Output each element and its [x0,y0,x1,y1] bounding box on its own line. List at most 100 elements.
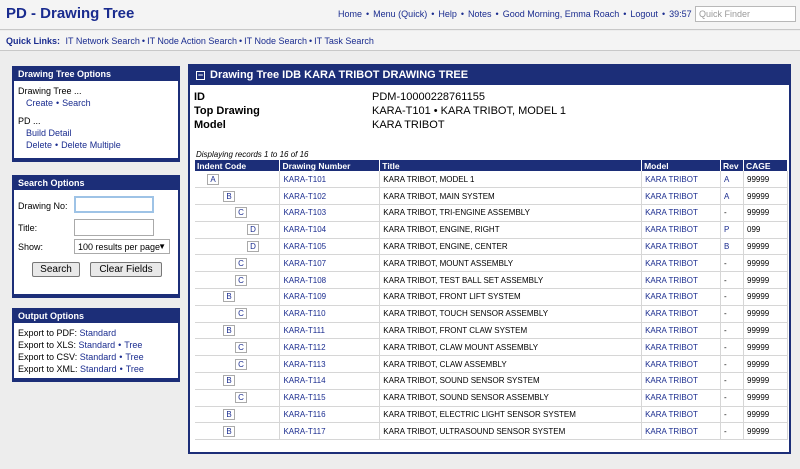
delete-multiple-link[interactable]: Delete Multiple [61,140,121,150]
logout-link[interactable]: Logout [630,9,658,19]
search-link[interactable]: Search [62,98,91,108]
model-link[interactable]: KARA TRIBOT [645,393,698,402]
drawing-number-link[interactable]: KARA-T101 [283,175,326,184]
title-cell: KARA TRIBOT, ELECTRIC LIGHT SENSOR SYSTE… [379,406,643,424]
column-header-title[interactable]: Title [379,160,643,171]
nav-home-link[interactable]: Home [338,9,362,19]
export-xls-tree-link[interactable]: Tree [124,340,142,350]
model-link[interactable]: KARA TRIBOT [645,376,698,385]
title-input[interactable] [74,219,154,236]
drawing-number-link[interactable]: KARA-T109 [283,292,326,301]
column-header-cage[interactable]: CAGE [743,160,788,171]
column-header-indent-code[interactable]: Indent Code [195,160,281,171]
drawing-number-link[interactable]: KARA-T116 [283,410,325,419]
drawing-number-link[interactable]: KARA-T108 [283,276,326,285]
table-row: B KARA-T111 KARA TRIBOT, FRONT CLAW SYSTEM… [195,322,788,340]
model-link[interactable]: KARA TRIBOT [645,208,698,217]
export-csv-standard-link[interactable]: Standard [80,352,117,362]
model-cell: KARA TRIBOT [641,422,722,441]
model-cell: KARA TRIBOT [641,355,722,374]
export-xls-standard-link[interactable]: Standard [79,340,116,350]
model-link[interactable]: KARA TRIBOT [645,192,698,201]
drawing-number-link[interactable]: KARA-T113 [283,360,325,369]
export-csv-tree-link[interactable]: Tree [125,352,143,362]
nav-menu-quick-link[interactable]: Menu (Quick) [373,9,427,19]
quick-finder-input[interactable] [695,6,796,22]
table-row: C KARA-T103 KARA TRIBOT, TRI-ENGINE ASSEMB… [195,204,788,222]
model-link[interactable]: KARA TRIBOT [645,326,698,335]
id-value: PDM-10000228761155 [372,91,485,103]
id-label: ID [194,91,205,103]
nav-notes-link[interactable]: Notes [468,9,492,19]
model-cell: KARA TRIBOT [641,322,722,340]
column-header-drawing-number[interactable]: Drawing Number [279,160,381,171]
drawing-number-link[interactable]: KARA-T104 [283,225,326,234]
model-link[interactable]: KARA TRIBOT [645,309,698,318]
column-header-rev[interactable]: Rev [720,160,744,171]
drawing-number-link[interactable]: KARA-T115 [283,393,325,402]
model-link[interactable]: KARA TRIBOT [645,276,698,285]
title-cell: KARA TRIBOT, TOUCH SENSOR ASSEMBLY [379,305,643,323]
records-count-note: Displaying records 1 to 16 of 16 [196,150,309,159]
model-link[interactable]: KARA TRIBOT [645,225,698,234]
indent-code-badge: C [235,207,247,219]
create-link[interactable]: Create [26,98,53,108]
drawing-number-link[interactable]: KARA-T107 [283,259,326,268]
drawing-number-link[interactable]: KARA-T110 [283,309,325,318]
drawing-no-input[interactable] [74,196,154,213]
title-cell: KARA TRIBOT, ULTRASOUND SENSOR SYSTEM [379,422,643,441]
model-link[interactable]: KARA TRIBOT [645,242,698,251]
export-pdf-standard-link[interactable]: Standard [80,328,117,338]
cage-cell: 99999 [743,305,788,323]
drawing-tree-main-panel: − Drawing Tree IDB KARA TRIBOT DRAWING TR… [188,64,791,454]
drawing-number-cell: KARA-T112 [279,338,381,357]
model-cell: KARA TRIBOT [641,372,722,390]
quick-link-it-network-search[interactable]: IT Network Search [66,36,140,46]
quick-link-it-node-search[interactable]: IT Node Search [244,36,307,46]
delete-link[interactable]: Delete [26,140,52,150]
export-xml-tree-link[interactable]: Tree [126,364,144,374]
model-link[interactable]: KARA TRIBOT [645,427,698,436]
search-button[interactable]: Search [32,262,80,277]
drawing-number-link[interactable]: KARA-T102 [283,192,326,201]
model-link[interactable]: KARA TRIBOT [645,175,698,184]
export-xml-standard-link[interactable]: Standard [80,364,117,374]
drawing-number-link[interactable]: KARA-T103 [283,208,326,217]
indent-code-cell: B [195,372,281,390]
quick-link-separator: • [308,36,313,46]
table-row: B KARA-T117 KARA TRIBOT, ULTRASOUND SENSOR… [195,422,788,441]
model-link[interactable]: KARA TRIBOT [645,343,698,352]
table-row: C KARA-T113 KARA TRIBOT, CLAW ASSEMBLY KARA… [195,355,788,374]
drawing-number-link[interactable]: KARA-T117 [283,427,325,436]
rev-cell: B [720,238,744,256]
main-panel-header: − Drawing Tree IDB KARA TRIBOT DRAWING TR… [190,66,789,85]
model-link[interactable]: KARA TRIBOT [645,259,698,268]
output-options-panel: Output Options Export to PDF: Standard E… [12,308,180,382]
indent-code-cell: B [195,322,281,340]
collapse-icon[interactable]: − [196,71,205,80]
nav-help-link[interactable]: Help [438,9,457,19]
quick-link-it-task-search[interactable]: IT Task Search [314,36,374,46]
rev-value: B [724,242,730,252]
results-per-page-select[interactable]: 100 results per page ▼ [74,239,170,254]
drawing-number-link[interactable]: KARA-T111 [283,326,325,335]
drawing-number-cell: KARA-T103 [279,204,381,222]
drawing-no-label: Drawing No: [18,201,68,211]
model-link[interactable]: KARA TRIBOT [645,410,698,419]
quick-link-it-node-action-search[interactable]: IT Node Action Search [147,36,237,46]
drawing-number-link[interactable]: KARA-T114 [283,376,325,385]
drawing-number-link[interactable]: KARA-T112 [283,343,325,352]
table-row: C KARA-T112 KARA TRIBOT, CLAW MOUNT ASSEMB… [195,338,788,357]
rev-value: - [724,410,727,420]
indent-code-badge: B [223,375,235,387]
indent-code-badge: B [223,190,235,202]
drawing-number-link[interactable]: KARA-T105 [283,242,326,251]
model-link[interactable]: KARA TRIBOT [645,360,698,369]
column-header-model[interactable]: Model [641,160,722,171]
drawing-number-cell: KARA-T108 [279,271,381,290]
title-cell: KARA TRIBOT, ENGINE, RIGHT [379,221,643,239]
model-cell: KARA TRIBOT [641,238,722,256]
model-link[interactable]: KARA TRIBOT [645,292,698,301]
build-detail-link[interactable]: Build Detail [26,128,72,138]
clear-fields-button[interactable]: Clear Fields [90,262,162,277]
